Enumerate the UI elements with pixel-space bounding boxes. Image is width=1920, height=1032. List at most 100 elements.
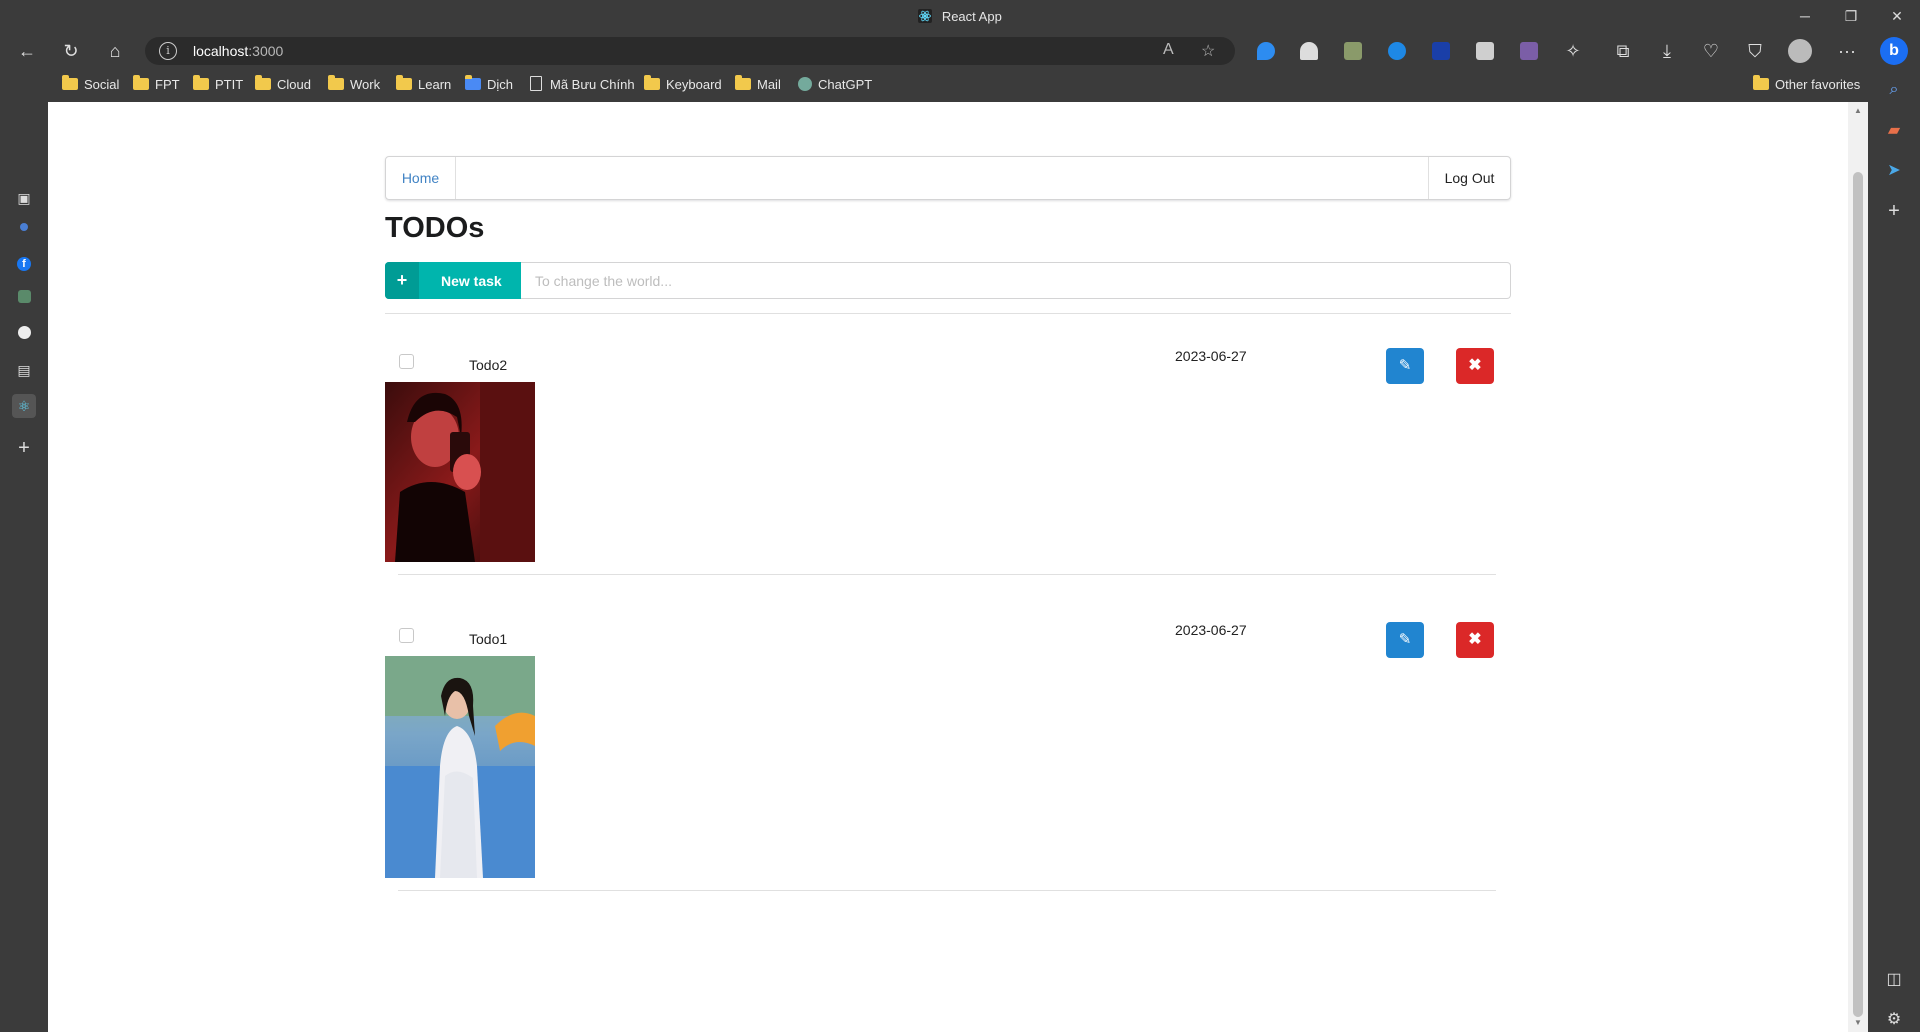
bookmark-work[interactable]: Work bbox=[328, 75, 381, 94]
bookmark-label: ChatGPT bbox=[818, 77, 873, 92]
performance-icon[interactable]: ♡ bbox=[1698, 38, 1724, 64]
profile-avatar[interactable] bbox=[1788, 39, 1812, 63]
extension-zip-icon[interactable] bbox=[1432, 42, 1450, 60]
vertical-tabs-sidebar: ▣ f ▤ ⚛ + bbox=[0, 102, 48, 1032]
home-icon[interactable]: ⌂ bbox=[102, 38, 128, 64]
todo-date: 2023-06-27 bbox=[1175, 348, 1247, 364]
bookmark-cloud[interactable]: Cloud bbox=[255, 75, 311, 94]
close-icon: ✖ bbox=[1468, 357, 1482, 374]
bookmark-other-favorites[interactable]: Other favorites bbox=[1753, 75, 1860, 94]
bookmark-dich[interactable]: Dịch bbox=[465, 75, 514, 94]
todo-name: Todo2 bbox=[469, 357, 508, 373]
pencil-icon: ✎ bbox=[1398, 357, 1412, 374]
plus-icon: + bbox=[385, 262, 419, 299]
bookmark-label: Work bbox=[350, 77, 381, 92]
url-host: localhost bbox=[193, 43, 249, 59]
scroll-down-arrow[interactable]: ▼ bbox=[1853, 1018, 1863, 1027]
folder-icon bbox=[328, 75, 344, 90]
pencil-icon: ✎ bbox=[1398, 631, 1412, 648]
browser-toolbar: ← ↻ ⌂ i localhost:3000 A ☆ ✧ ⧉ ⤓ ♡ ⛉ ··· bbox=[0, 33, 1920, 69]
close-button[interactable]: ✕ bbox=[1882, 6, 1912, 26]
react-tab-icon[interactable]: ⚛ bbox=[12, 394, 36, 418]
url-text[interactable]: localhost:3000 bbox=[193, 43, 283, 59]
divider bbox=[398, 574, 1496, 575]
github-icon[interactable] bbox=[12, 322, 36, 346]
bookmark-label: Social bbox=[84, 77, 120, 92]
new-task-button[interactable]: + New task bbox=[385, 262, 521, 299]
todo-checkbox[interactable] bbox=[399, 354, 414, 369]
read-aloud-icon[interactable]: A bbox=[1163, 41, 1174, 59]
hide-sidebar-icon[interactable]: ◫ bbox=[1882, 968, 1906, 992]
bookmark-fpt[interactable]: FPT bbox=[133, 75, 180, 94]
search-icon[interactable]: ⌕ bbox=[1882, 78, 1906, 102]
scroll-up-arrow[interactable]: ▲ bbox=[1853, 106, 1863, 115]
extension-diamond-icon[interactable] bbox=[1257, 42, 1275, 60]
bookmark-label: Mã Bưu Chính bbox=[550, 77, 635, 92]
extension-image-icon[interactable] bbox=[1344, 42, 1362, 60]
extensions-puzzle-icon[interactable]: ✧ bbox=[1560, 38, 1586, 64]
back-icon[interactable]: ← bbox=[14, 38, 40, 64]
tab-actions-icon[interactable]: ▣ bbox=[12, 186, 36, 210]
bookmark-social[interactable]: Social bbox=[62, 75, 120, 94]
chatgpt-icon bbox=[798, 77, 812, 91]
tools-icon[interactable]: ▰ bbox=[1882, 119, 1906, 143]
edit-button[interactable]: ✎ bbox=[1386, 622, 1424, 658]
address-bar[interactable]: i localhost:3000 A ☆ bbox=[145, 37, 1235, 65]
window-title: React App bbox=[0, 9, 1920, 24]
browser-essentials-icon[interactable]: ⛉ bbox=[1742, 38, 1768, 64]
refresh-icon[interactable]: ↻ bbox=[58, 38, 84, 64]
tab-favicon-green[interactable] bbox=[12, 286, 36, 310]
folder-icon bbox=[735, 75, 751, 90]
bookmark-chatgpt[interactable]: ChatGPT bbox=[798, 76, 872, 94]
bookmark-label: Dịch bbox=[487, 77, 514, 92]
sidebar-settings-icon[interactable]: ⚙ bbox=[1882, 1008, 1906, 1032]
extension-purple-icon[interactable] bbox=[1520, 42, 1538, 60]
extension-drop-icon[interactable] bbox=[1388, 42, 1406, 60]
new-task-label: New task bbox=[441, 273, 502, 289]
extension-gray-icon[interactable] bbox=[1476, 42, 1494, 60]
todo-checkbox[interactable] bbox=[399, 628, 414, 643]
delete-button[interactable]: ✖ bbox=[1456, 348, 1494, 384]
send-icon[interactable]: ➤ bbox=[1882, 159, 1906, 183]
bing-chat-icon[interactable]: b bbox=[1880, 37, 1908, 65]
scroll-thumb[interactable] bbox=[1853, 172, 1863, 1017]
page-viewport: Home Log Out TODOs + New task Todo2 2023… bbox=[48, 102, 1848, 1032]
minimize-button[interactable]: ─ bbox=[1790, 6, 1820, 26]
folder-icon bbox=[193, 75, 209, 90]
add-sidebar-icon[interactable]: + bbox=[1882, 199, 1906, 223]
bookmark-learn[interactable]: Learn bbox=[396, 75, 451, 94]
bookmark-ptit[interactable]: PTIT bbox=[193, 75, 244, 94]
nav-home-link[interactable]: Home bbox=[386, 157, 456, 199]
edge-sidebar: b ⌕ ▰ ➤ + ◫ ⚙ bbox=[1868, 33, 1920, 1032]
folder-icon bbox=[255, 75, 271, 90]
page-title: TODOs bbox=[385, 212, 485, 244]
more-menu-icon[interactable]: ··· bbox=[1834, 38, 1860, 64]
extension-cloud-icon[interactable] bbox=[1300, 42, 1318, 60]
bookmark-label: Cloud bbox=[277, 77, 311, 92]
downloads-icon[interactable]: ⤓ bbox=[1654, 38, 1680, 64]
bookmark-keyboard[interactable]: Keyboard bbox=[644, 75, 722, 94]
bookmark-mail[interactable]: Mail bbox=[735, 75, 781, 94]
restore-button[interactable]: ❐ bbox=[1836, 6, 1866, 26]
tab-favicon-1[interactable] bbox=[12, 214, 36, 238]
pool-portrait-image bbox=[385, 656, 535, 878]
bookmark-ma-buu-chinh[interactable]: Mã Bưu Chính bbox=[530, 76, 635, 94]
url-port: :3000 bbox=[248, 43, 284, 59]
bookmark-label: Keyboard bbox=[666, 77, 722, 92]
task-input[interactable] bbox=[521, 262, 1511, 299]
page-scrollbar[interactable]: ▲ ▼ bbox=[1848, 102, 1868, 1032]
bookmark-label: PTIT bbox=[215, 77, 244, 92]
tab-favicon-terminal[interactable]: ▤ bbox=[12, 358, 36, 382]
site-info-icon[interactable]: i bbox=[159, 42, 177, 60]
edit-button[interactable]: ✎ bbox=[1386, 348, 1424, 384]
facebook-icon[interactable]: f bbox=[12, 250, 36, 274]
collections-icon[interactable]: ⧉ bbox=[1610, 38, 1636, 64]
logout-button[interactable]: Log Out bbox=[1428, 157, 1510, 199]
bookmark-label: Mail bbox=[757, 77, 781, 92]
todo-photo bbox=[385, 656, 535, 878]
page-icon bbox=[530, 76, 542, 91]
delete-button[interactable]: ✖ bbox=[1456, 622, 1494, 658]
divider bbox=[385, 313, 1511, 314]
favorite-star-icon[interactable]: ☆ bbox=[1201, 41, 1215, 61]
new-tab-icon[interactable]: + bbox=[12, 436, 36, 460]
